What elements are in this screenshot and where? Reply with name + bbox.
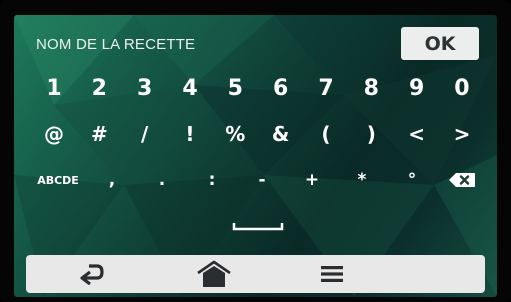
key-open-paren[interactable]: ( <box>308 116 344 152</box>
ok-button[interactable]: OK <box>401 27 479 60</box>
key-7[interactable]: 7 <box>308 70 344 106</box>
key-9[interactable]: 9 <box>399 70 435 106</box>
key-8[interactable]: 8 <box>353 70 389 106</box>
bottom-navigation-bar <box>26 255 485 293</box>
key-period[interactable]: . <box>144 162 180 198</box>
punctuation-key-row: ABCDE , . : - + * ° <box>36 162 480 198</box>
key-greater-than[interactable]: > <box>444 116 480 152</box>
key-5[interactable]: 5 <box>217 70 253 106</box>
key-minus[interactable]: - <box>244 162 280 198</box>
key-slash[interactable]: / <box>127 116 163 152</box>
back-button[interactable] <box>70 259 114 289</box>
backspace-key[interactable] <box>444 162 480 198</box>
device-frame: NOM DE LA RECETTE OK 1 2 3 4 5 6 7 8 9 0… <box>0 0 511 302</box>
symbol-key-row: @ # / ! % & ( ) < > <box>36 116 480 152</box>
key-percent[interactable]: % <box>217 116 253 152</box>
menu-icon <box>321 266 343 282</box>
recipe-name-label: NOM DE LA RECETTE <box>36 36 196 53</box>
key-comma[interactable]: , <box>94 162 130 198</box>
keyboard-screen: NOM DE LA RECETTE OK 1 2 3 4 5 6 7 8 9 0… <box>14 15 497 297</box>
key-less-than[interactable]: < <box>399 116 435 152</box>
key-asterisk[interactable]: * <box>344 162 380 198</box>
key-degree[interactable]: ° <box>394 162 430 198</box>
key-at[interactable]: @ <box>36 116 72 152</box>
back-arrow-icon <box>80 264 104 285</box>
menu-button[interactable] <box>310 259 354 289</box>
key-colon[interactable]: : <box>194 162 230 198</box>
home-icon <box>197 260 231 287</box>
space-bar-icon <box>232 223 284 231</box>
key-3[interactable]: 3 <box>127 70 163 106</box>
key-2[interactable]: 2 <box>81 70 117 106</box>
digit-key-row: 1 2 3 4 5 6 7 8 9 0 <box>36 70 480 106</box>
space-key[interactable] <box>228 215 288 235</box>
key-plus[interactable]: + <box>294 162 330 198</box>
key-6[interactable]: 6 <box>263 70 299 106</box>
key-close-paren[interactable]: ) <box>353 116 389 152</box>
backspace-icon <box>449 173 475 187</box>
key-4[interactable]: 4 <box>172 70 208 106</box>
key-exclamation[interactable]: ! <box>172 116 208 152</box>
key-1[interactable]: 1 <box>36 70 72 106</box>
home-button[interactable] <box>192 259 236 289</box>
alphabet-switch-key[interactable]: ABCDE <box>36 162 80 198</box>
key-ampersand[interactable]: & <box>263 116 299 152</box>
key-0[interactable]: 0 <box>444 70 480 106</box>
key-hash[interactable]: # <box>81 116 117 152</box>
